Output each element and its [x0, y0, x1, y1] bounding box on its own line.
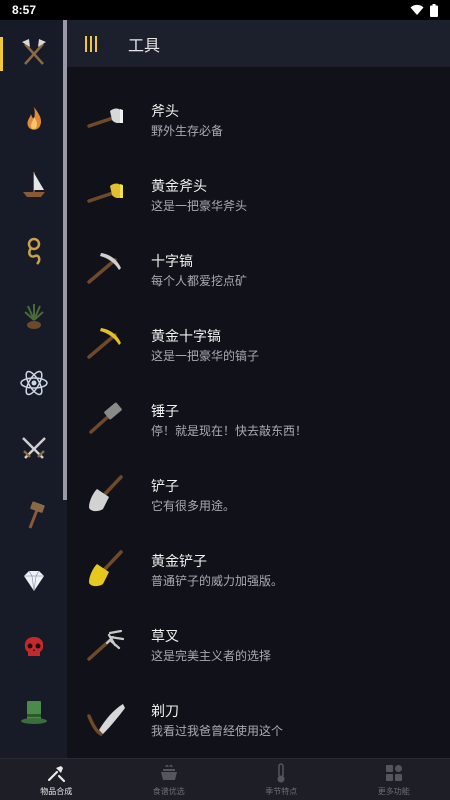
plant-icon [23, 304, 44, 329]
rope-icon [27, 237, 40, 265]
boat-icon [22, 172, 45, 197]
pitchfork-icon [87, 629, 125, 661]
status-icons [410, 3, 438, 17]
item-description: 它有很多用途。 [151, 499, 236, 513]
sidebar-item-survival[interactable] [0, 218, 67, 284]
sidebar-item-light[interactable] [0, 86, 67, 152]
razor-icon [87, 704, 125, 736]
sidebar-item-tools[interactable] [0, 20, 67, 86]
list-item[interactable]: 斧头 野外生存必备 [67, 82, 450, 157]
item-description: 这是一把豪华的镐子 [151, 349, 260, 363]
item-description: 我看过我爸曾经使用这个 [151, 724, 284, 738]
tab-label: 季节特点 [265, 787, 298, 796]
crossed-axes-icon [21, 39, 46, 65]
sidebar-item-nautical[interactable] [0, 152, 67, 218]
sidebar-item-science[interactable] [0, 350, 67, 416]
item-name: 斧头 [151, 104, 179, 120]
item-name: 锤子 [151, 404, 179, 420]
list-item[interactable]: 剃刀 我看过我爸曾经使用这个 [67, 682, 450, 757]
list-item[interactable]: 黄金十字镐 这是一把豪华的镐子 [67, 307, 450, 382]
menu-toggle-button[interactable] [69, 20, 113, 67]
pickaxe-icon [87, 253, 121, 284]
list-item[interactable]: 十字镐 每个人都爱挖点矿 [67, 232, 450, 307]
axe-icon [87, 108, 123, 128]
battery-icon [430, 3, 438, 17]
thermometer-icon [277, 763, 285, 783]
item-name: 黄金铲子 [151, 554, 207, 570]
more-features-icon [385, 765, 402, 781]
tab-more[interactable]: 更多功能 [338, 759, 450, 800]
tab-label: 食谱优选 [152, 787, 185, 796]
page-title: 工具 [128, 35, 161, 55]
tab-label: 物品合成 [40, 787, 73, 796]
tab-label: 更多功能 [377, 787, 410, 796]
skull-icon [24, 637, 43, 656]
three-bars-icon [85, 35, 97, 52]
category-sidebar[interactable] [0, 20, 67, 758]
item-name: 黄金十字镐 [151, 329, 221, 345]
top-hat-icon [20, 701, 47, 724]
status-time: 8:57 [12, 3, 37, 17]
list-item[interactable]: 黄金铲子 普通铲子的威力加强版。 [67, 532, 450, 607]
sidebar-item-structures[interactable] [0, 482, 67, 548]
wifi-icon [410, 4, 424, 15]
item-name: 铲子 [151, 479, 179, 495]
atom-icon [19, 370, 48, 396]
hammer-icon [28, 501, 45, 529]
sidebar-item-food[interactable] [0, 284, 67, 350]
item-name: 十字镐 [151, 254, 193, 270]
crossed-swords-icon [21, 437, 46, 459]
item-name: 黄金斧头 [151, 179, 207, 195]
list-item[interactable]: 草叉 这是完美主义者的选择 [67, 607, 450, 682]
sidebar-item-refine[interactable] [0, 548, 67, 614]
crockpot-icon [160, 764, 177, 780]
golden-shovel-icon [89, 550, 123, 587]
item-description: 这是完美主义者的选择 [151, 649, 272, 663]
hammer-icon [89, 402, 122, 434]
page-header: 工具 [67, 20, 450, 67]
list-item[interactable]: 黄金斧头 这是一把豪华斧头 [67, 157, 450, 232]
item-description: 普通铲子的威力加强版。 [151, 574, 284, 588]
shovel-icon [89, 475, 123, 512]
fire-icon [26, 107, 41, 130]
golden-axe-icon [87, 183, 123, 203]
item-description: 每个人都爱挖点矿 [151, 274, 248, 288]
golden-pickaxe-icon [87, 328, 121, 359]
sidebar-item-magic[interactable] [0, 614, 67, 680]
tab-crafting[interactable]: 物品合成 [0, 759, 113, 800]
tab-recipes[interactable]: 食谱优选 [113, 759, 226, 800]
tab-seasons[interactable]: 季节特点 [225, 759, 338, 800]
sidebar-item-dress[interactable] [0, 680, 67, 746]
crafting-icon [48, 766, 66, 783]
item-description: 停！就是现在！快去敲东西！ [151, 424, 308, 438]
item-description: 野外生存必备 [151, 124, 224, 138]
status-bar: 8:57 [0, 0, 450, 20]
bottom-navigation: 物品合成 食谱优选 季节特点 更多功能 [0, 758, 450, 800]
item-description: 这是一把豪华斧头 [151, 199, 248, 213]
item-list[interactable]: 斧头 野外生存必备 黄金斧头 这是一把豪华斧头 十字镐 每个人都爱挖点矿 黄金十… [67, 67, 450, 758]
item-name: 剃刀 [151, 704, 179, 720]
list-item[interactable]: 锤子 停！就是现在！快去敲东西！ [67, 382, 450, 457]
item-name: 草叉 [151, 629, 179, 645]
diamond-icon [23, 570, 44, 592]
list-item[interactable]: 铲子 它有很多用途。 [67, 457, 450, 532]
sidebar-item-fight[interactable] [0, 416, 67, 482]
